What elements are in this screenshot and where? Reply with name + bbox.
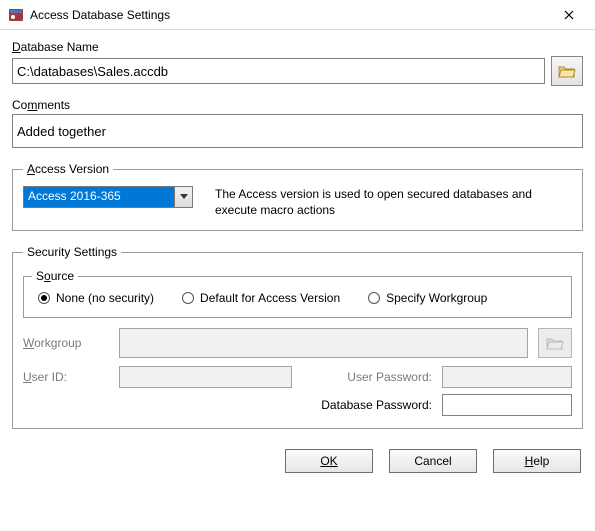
chevron-down-icon[interactable]: [174, 187, 192, 207]
help-button[interactable]: Help: [493, 449, 581, 473]
ok-button[interactable]: OK: [285, 449, 373, 473]
comments-input[interactable]: [12, 114, 583, 148]
source-group: Source None (no security) Default for Ac…: [23, 269, 572, 318]
database-name-label: Database Name: [12, 40, 583, 54]
source-legend: Source: [32, 269, 78, 283]
app-icon: [8, 7, 24, 23]
close-button[interactable]: [549, 1, 589, 29]
radio-default[interactable]: Default for Access Version: [182, 291, 340, 305]
user-password-input: [442, 366, 572, 388]
workgroup-input: [119, 328, 528, 358]
browse-database-button[interactable]: [551, 56, 583, 86]
access-version-legend: Access Version: [23, 162, 113, 176]
dialog-content: Database Name Comments Access Version Ac…: [0, 30, 595, 439]
button-bar: OK Cancel Help: [0, 439, 595, 483]
folder-open-icon: [546, 336, 564, 350]
user-id-label: User ID:: [23, 370, 109, 384]
database-password-input[interactable]: [442, 394, 572, 416]
access-version-description: The Access version is used to open secur…: [215, 186, 545, 218]
radio-specify[interactable]: Specify Workgroup: [368, 291, 487, 305]
access-version-group: Access Version Access 2016-365 The Acces…: [12, 162, 583, 231]
browse-workgroup-button: [538, 328, 572, 358]
user-id-input: [119, 366, 292, 388]
access-version-combo[interactable]: Access 2016-365: [23, 186, 193, 208]
comments-label: Comments: [12, 98, 583, 112]
folder-open-icon: [558, 64, 576, 78]
radio-none[interactable]: None (no security): [38, 291, 154, 305]
access-version-value: Access 2016-365: [24, 187, 174, 207]
radio-icon: [368, 292, 380, 304]
cancel-button[interactable]: Cancel: [389, 449, 477, 473]
window-title: Access Database Settings: [30, 8, 549, 22]
security-settings-group: Security Settings Source None (no securi…: [12, 245, 583, 429]
security-settings-legend: Security Settings: [23, 245, 121, 259]
titlebar: Access Database Settings: [0, 0, 595, 30]
database-name-input[interactable]: [12, 58, 545, 84]
user-password-label: User Password:: [302, 370, 432, 384]
database-password-label: Database Password:: [302, 398, 432, 412]
radio-icon: [38, 292, 50, 304]
workgroup-label: Workgroup: [23, 336, 109, 350]
radio-icon: [182, 292, 194, 304]
